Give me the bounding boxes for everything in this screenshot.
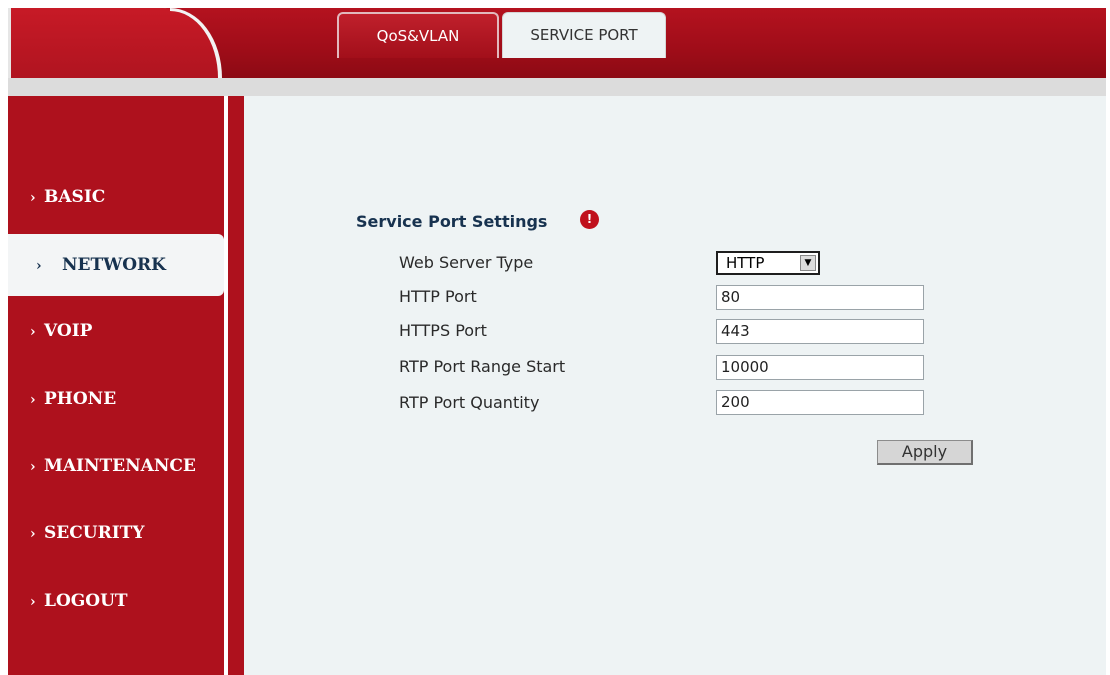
web-server-type-value: HTTP <box>726 254 765 272</box>
https-port-label: HTTPS Port <box>399 321 487 340</box>
sidebar-item-label: BASIC <box>44 187 106 207</box>
section-title: Service Port Settings <box>356 212 548 231</box>
main-content <box>244 96 1106 675</box>
sidebar-item-phone[interactable]: › PHONE <box>8 368 224 430</box>
sidebar-item-network[interactable]: › NETWORK <box>8 234 224 296</box>
web-server-type-select[interactable]: HTTP ▼ <box>716 251 820 275</box>
apply-button[interactable]: Apply <box>877 440 973 465</box>
http-port-input[interactable]: 80 <box>716 285 924 310</box>
rtp-start-label: RTP Port Range Start <box>399 357 566 376</box>
chevron-right-icon: › <box>30 324 36 340</box>
sidebar-item-security[interactable]: › SECURITY <box>8 502 224 564</box>
chevron-right-icon: › <box>30 594 36 610</box>
chevron-right-icon: › <box>36 258 42 274</box>
sidebar-item-voip[interactable]: › VOIP <box>8 300 224 362</box>
tab-qos-vlan[interactable]: QoS&VLAN <box>337 12 499 58</box>
dropdown-arrow-icon[interactable]: ▼ <box>800 255 816 271</box>
rtp-quantity-input[interactable]: 200 <box>716 390 924 415</box>
sidebar-item-basic[interactable]: › BASIC <box>8 166 224 228</box>
sidebar-item-label: NETWORK <box>62 255 166 275</box>
tab-service-port[interactable]: SERVICE PORT <box>502 12 666 58</box>
chevron-right-icon: › <box>30 392 36 408</box>
sidebar-item-label: PHONE <box>44 389 117 409</box>
sidebar-item-label: VOIP <box>44 321 93 341</box>
chevron-right-icon: › <box>30 190 36 206</box>
https-port-input[interactable]: 443 <box>716 319 924 344</box>
sidebar-item-logout[interactable]: › LOGOUT <box>8 570 224 632</box>
rtp-quantity-label: RTP Port Quantity <box>399 393 540 412</box>
rtp-start-input[interactable]: 10000 <box>716 355 924 380</box>
sidebar-item-maintenance[interactable]: › MAINTENANCE <box>8 435 224 497</box>
chevron-right-icon: › <box>30 526 36 542</box>
help-icon[interactable]: ! <box>580 210 599 229</box>
sidebar-item-label: SECURITY <box>44 523 145 543</box>
sidebar-edge <box>228 96 244 675</box>
web-server-type-label: Web Server Type <box>399 253 534 272</box>
sidebar-item-label: MAINTENANCE <box>44 456 196 476</box>
chevron-right-icon: › <box>30 459 36 475</box>
http-port-label: HTTP Port <box>399 287 477 306</box>
header-divider-bar <box>8 78 1106 96</box>
sidebar-item-label: LOGOUT <box>44 591 128 611</box>
